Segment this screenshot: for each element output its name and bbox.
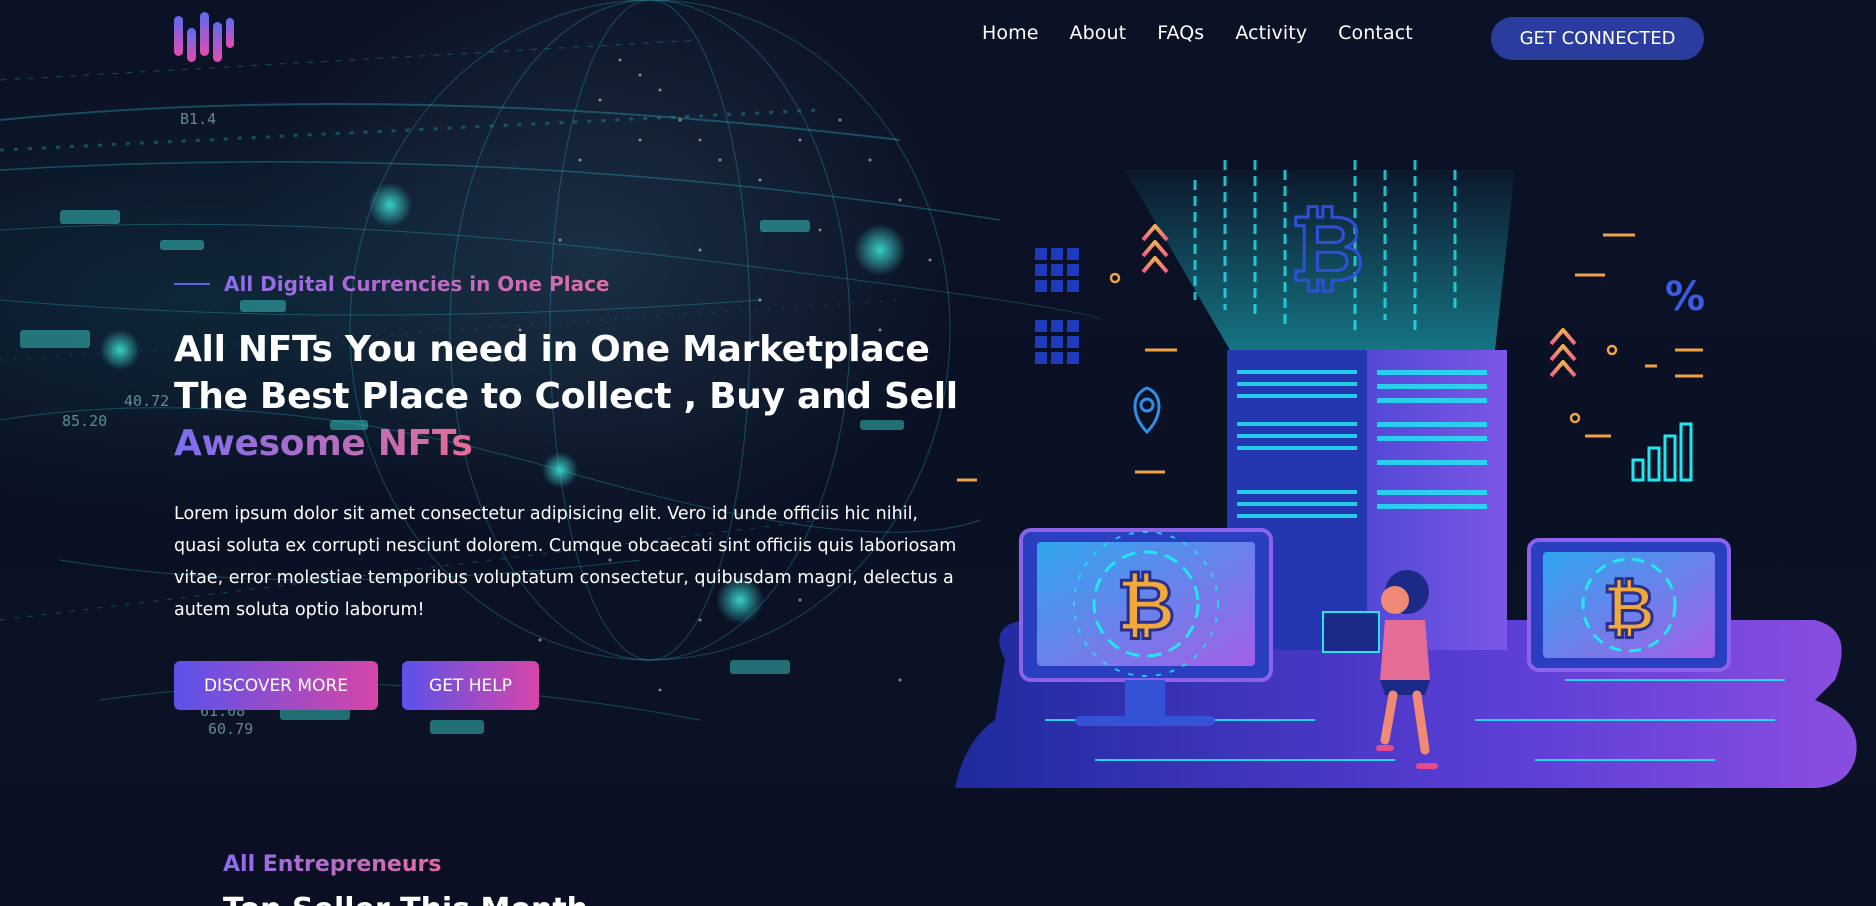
get-help-button[interactable]: GET HELP [402, 661, 539, 710]
nav-link-activity[interactable]: Activity [1235, 22, 1307, 44]
hero-headline-text: All NFTs You need in One Marketplace The… [174, 329, 958, 417]
hero-headline: All NFTs You need in One Marketplace The… [174, 326, 974, 467]
bitcoin-symbol: ₿ [1117, 563, 1176, 647]
section-eyebrow: All Entrepreneurs [223, 852, 442, 877]
discover-more-button[interactable]: DISCOVER MORE [174, 661, 378, 710]
readout-text: 40.72 [124, 392, 169, 410]
eyebrow-divider [174, 283, 210, 285]
hero-headline-highlight: Awesome NFTs [174, 423, 473, 464]
nav-link-home[interactable]: Home [982, 22, 1039, 44]
nav-link-about[interactable]: About [1070, 22, 1127, 44]
bitcoin-symbol: ₿ [1603, 572, 1655, 646]
readout-text: B1.4 [180, 110, 216, 128]
nav-link-faqs[interactable]: FAQs [1157, 22, 1204, 44]
get-connected-button[interactable]: GET CONNECTED [1491, 17, 1704, 60]
hero-description: Lorem ipsum dolor sit amet consectetur a… [174, 504, 957, 620]
bitcoin-symbol: ₿ [1290, 195, 1365, 302]
beam-bitcoin-icon: ₿ [1288, 194, 1366, 304]
main-nav: Home About FAQs Activity Contact [982, 22, 1413, 44]
hero-section: 40.72 85.20 60.79 61.08 B1.4 Home About … [0, 0, 1876, 788]
readout-text: 60.79 [208, 720, 253, 738]
percent-symbol: % [1665, 274, 1705, 320]
crypto-server-illustration: ₿ ₿ ₿ % [955, 160, 1857, 788]
landing-page: 40.72 85.20 60.79 61.08 B1.4 Home About … [0, 0, 1876, 906]
section-title: Top Seller This Month [223, 892, 588, 906]
brand-logo[interactable] [172, 12, 236, 64]
nav-link-contact[interactable]: Contact [1338, 22, 1413, 44]
readout-text: 85.20 [62, 412, 107, 430]
hero-eyebrow-text: All Digital Currencies in One Place [224, 272, 610, 296]
hero-eyebrow: All Digital Currencies in One Place [174, 272, 610, 296]
